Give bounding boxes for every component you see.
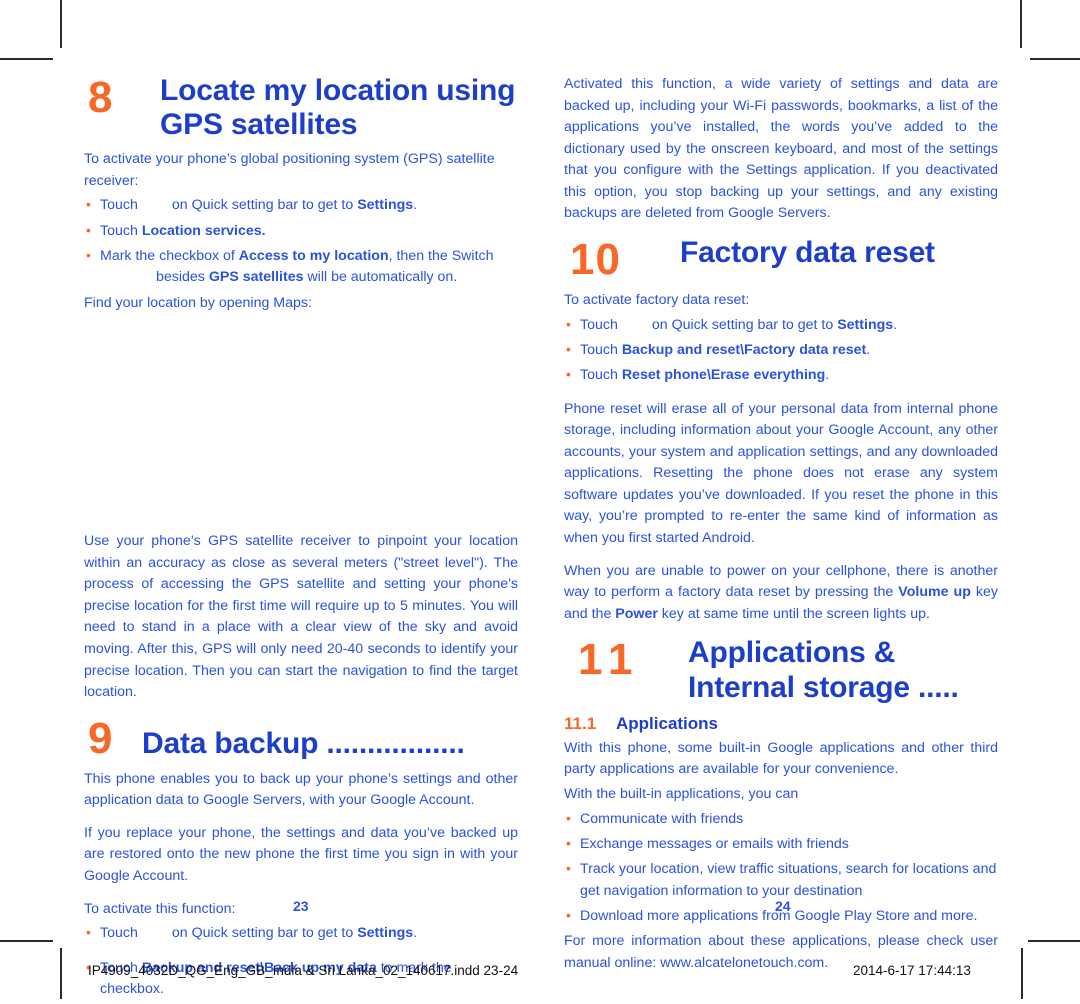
chapter-number-8: 8 xyxy=(88,73,112,122)
bold-volume-up: Volume up xyxy=(898,584,971,601)
bullet-text: on Quick setting bar to get to xyxy=(171,925,358,942)
bullet-prefix: Touch xyxy=(100,925,138,942)
factory-reset-paragraph-1: Phone reset will erase all of your perso… xyxy=(564,400,998,546)
bullet-backup-and-reset-path: Touch Backup and reset\Factory data rese… xyxy=(564,339,998,361)
bullet-location-services: Touch Location services. xyxy=(84,220,518,242)
bullet-tail: . xyxy=(893,316,898,333)
bullet-tail: , then the Switch xyxy=(388,247,494,264)
bullet-bold-access-location: Access to my location xyxy=(238,247,389,264)
bullet-bold-factory-path: Backup and reset\Factory data reset xyxy=(621,341,867,358)
chapter-title-9: Data backup ................. xyxy=(142,726,465,760)
bullet-text: on Quick setting bar to get to xyxy=(171,197,358,214)
chapter-heading-8: 8 Locate my location using GPS satellite… xyxy=(84,74,518,141)
bullet-touch-settings-backup: Touch on Quick setting bar to get to Sett… xyxy=(84,922,518,944)
chapter-heading-10: 10 Factory data reset xyxy=(564,236,998,282)
subsection-title: Applications xyxy=(616,713,719,733)
chapter-number-10: 10 xyxy=(570,235,621,285)
page-number-right: 24 xyxy=(775,898,791,914)
maps-note-text: Find your location by opening Maps: xyxy=(84,294,312,311)
chapter-heading-11: 11 Applications & Internal storage ..... xyxy=(564,636,998,706)
bullet-tail: . xyxy=(825,367,830,384)
bullet-tail: . xyxy=(413,925,418,942)
bullet-communicate-with-friends: Communicate with friends xyxy=(564,808,998,830)
bullet-prefix: Touch xyxy=(580,316,618,333)
bullet-tail: . xyxy=(866,341,871,358)
bullet-bold-settings: Settings xyxy=(357,197,414,214)
bullet-reset-phone-erase: Touch Reset phone\Erase everything. xyxy=(564,364,998,386)
bullet-lead: Touch xyxy=(580,367,622,384)
bullet-bold-settings: Settings xyxy=(837,316,894,333)
bullet-lead: Touch xyxy=(580,341,622,358)
p2-tail: key at same time until the screen lights… xyxy=(657,605,930,622)
bullet-touch-settings-factory: Touch on Quick setting bar to get to Sett… xyxy=(564,314,998,336)
subsection-heading-11-1: 11.1 Applications xyxy=(564,714,998,734)
bullet-track-your-location: Track your location, view traffic situat… xyxy=(564,858,998,902)
chapter-number-9: 9 xyxy=(88,713,112,763)
chapter-title-10: Factory data reset xyxy=(680,236,935,270)
subsection-number: 11.1 xyxy=(564,713,597,733)
data-backup-paragraph-1: This phone enables you to back up your p… xyxy=(84,770,518,809)
chapter-heading-9: 9 Data backup ................. xyxy=(84,715,518,761)
data-backup-paragraph-2: If you replace your phone, the settings … xyxy=(84,824,518,885)
bullet-cont-tail: will be automatically on. xyxy=(303,269,458,286)
bullet-lead: Touch xyxy=(100,222,142,239)
bullet-access-to-my-location: Mark the checkbox of Access to my locati… xyxy=(84,245,518,289)
gps-intro-text: To activate your phone’s global position… xyxy=(84,151,495,189)
bold-power: Power xyxy=(615,605,658,622)
bullet-bold-settings: Settings xyxy=(357,925,414,942)
bullet-exchange-messages: Exchange messages or emails with friends xyxy=(564,833,998,855)
bullet-cont-lead: besides xyxy=(156,269,209,286)
left-page-column: 8 Locate my location using GPS satellite… xyxy=(84,74,518,1004)
bullet-prefix: Touch xyxy=(100,197,138,214)
page-number-left: 23 xyxy=(293,898,309,914)
factory-reset-paragraph-2: When you are unable to power on your cel… xyxy=(564,561,998,626)
chapter-number-11: 11 xyxy=(578,635,641,685)
bullet-bold-erase-path: Reset phone\Erase everything xyxy=(621,367,826,384)
backup-continued-paragraph: Activated this function, a wide variety … xyxy=(564,76,998,222)
footer-filename: IP4909_4032D_QG_Eng_GB_India & Sri Lanka… xyxy=(88,963,519,978)
bullet-bold-location-services: Location services. xyxy=(141,222,266,239)
gps-illustration-placeholder xyxy=(84,325,518,531)
footer-timestamp: 2014-6-17 17:44:13 xyxy=(853,963,971,978)
right-page-column: Activated this function, a wide variety … xyxy=(564,74,998,985)
page-spread: 8 Locate my location using GPS satellite… xyxy=(0,0,1080,997)
bullet-tail: . xyxy=(413,197,418,214)
applications-paragraph-2: With the built-in applications, you can xyxy=(564,786,799,803)
chapter-title-11: Applications & Internal storage ..... xyxy=(688,636,959,705)
crop-mark-bottom-right-horizontal xyxy=(1028,940,1080,942)
applications-paragraph-1: With this phone, some built-in Google ap… xyxy=(564,739,998,778)
chapter-title-8: Locate my location using GPS satellites xyxy=(160,74,516,141)
bullet-continuation-line: besides GPS satellites will be automatic… xyxy=(100,267,518,288)
bullet-touch-settings-gps: Touch on Quick setting bar to get to Sett… xyxy=(84,194,518,216)
crop-mark-bottom-right-vertical xyxy=(1021,948,1023,999)
bullet-lead: Mark the checkbox of xyxy=(100,247,239,264)
crop-mark-bottom-left-vertical xyxy=(60,948,62,999)
factory-reset-intro: To activate factory data reset: xyxy=(564,292,750,309)
crop-mark-bottom-left-horizontal xyxy=(0,940,53,942)
bullet-text: on Quick setting bar to get to xyxy=(651,316,838,333)
bullet-bold-gps-satellites: GPS satellites xyxy=(208,269,304,286)
gps-body-paragraph: Use your phone’s GPS satellite receiver … xyxy=(84,533,518,701)
